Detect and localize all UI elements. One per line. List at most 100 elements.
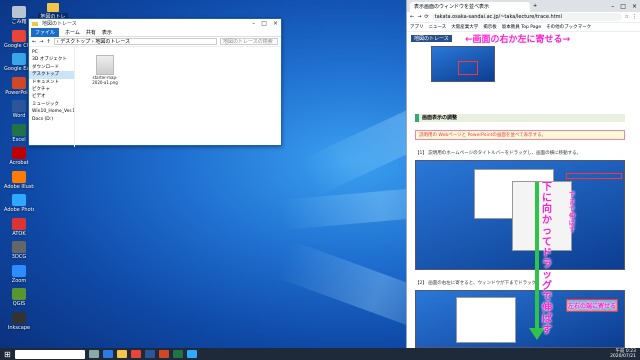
photoshop-icon[interactable] <box>186 350 197 358</box>
back-arrow-icon[interactable]: ← <box>410 14 414 20</box>
app-icon <box>12 241 26 253</box>
minimize-icon[interactable]: – <box>611 3 614 10</box>
chrome-icon[interactable] <box>130 350 141 358</box>
menu-icon[interactable]: ⋮ <box>632 14 637 20</box>
browser-tabstrip: 表示画面のウィンドウを並べ表示 + – □ × <box>407 0 640 12</box>
forward-arrow-icon[interactable]: → <box>39 39 43 45</box>
notice-box: 説明用の Webページと PowerPointの画面を並べて表示する。 <box>415 130 625 140</box>
address-bar[interactable]: › デスクトップ › 地図のトレース <box>53 38 217 45</box>
red-arrow-highlight <box>566 173 622 179</box>
explorer-address-row: ← → ↑ › デスクトップ › 地図のトレース 地図のトレースの検索 <box>29 37 281 47</box>
nav-item[interactable]: デスクトップ <box>29 71 74 79</box>
bookmark-item[interactable]: 掲示板 <box>483 24 497 30</box>
desktop-icon-label: 3DCG <box>11 254 27 260</box>
new-tab-icon[interactable]: + <box>533 3 537 9</box>
back-arrow-icon[interactable]: ← <box>32 39 36 45</box>
pink-arrow-label: ←画面の右か左に寄せる→ <box>465 35 571 45</box>
ribbon-tab-file[interactable]: ファイル <box>31 27 60 37</box>
explorer-titlebar[interactable]: 地図のトレース – □ × <box>29 19 281 28</box>
desktop-icon-label: Adobe Illustrator <box>4 183 34 190</box>
ribbon-tab-home[interactable]: ホーム <box>65 29 80 36</box>
file-item[interactable]: starter-map-2020-a1.png <box>91 55 119 85</box>
ribbon-tab-view[interactable]: 表示 <box>102 29 112 36</box>
ribbon-tab-share[interactable]: 共有 <box>86 29 96 36</box>
clock[interactable]: 午前 0:23 2020/07/21 <box>610 349 636 359</box>
app-icon <box>12 147 26 159</box>
desktop-icon[interactable]: ATOK <box>4 217 34 244</box>
nav-item[interactable]: ビデオ <box>29 93 74 100</box>
desktop-icon[interactable]: Inkscape <box>4 311 34 338</box>
file-list-area: starter-map-2020-a1.png <box>75 47 281 147</box>
desktop-icon-label: Acrobat <box>9 160 29 166</box>
explorer-ribbon: ファイル ホーム 共有 表示 <box>29 27 281 37</box>
word-icon[interactable] <box>144 350 155 358</box>
url-bar[interactable]: takata.osaka-sandai.ac.jp/~taka/lecture/… <box>431 13 622 21</box>
navigation-pane: PC 3D オブジェクト ダウンロード デスクトップ ドキュメント ピクチャ ビデオ ミュージ… <box>29 47 75 147</box>
minimize-icon[interactable]: – <box>252 20 255 27</box>
close-icon[interactable]: × <box>273 20 278 27</box>
bookmarks-bar: アプリ ニュース 大阪産業大学 掲示板 坂本教員 Top Page その他のブックマーク <box>407 23 640 32</box>
nav-item[interactable]: ダウンロード <box>29 64 74 71</box>
nav-item[interactable]: ピクチャ <box>29 86 74 93</box>
app-icon <box>12 123 26 136</box>
nav-item[interactable]: PC <box>29 49 74 56</box>
maximize-icon[interactable]: □ <box>261 20 267 27</box>
desktop-icon-label: Adobe Photoshop <box>4 207 34 213</box>
browser-window[interactable]: 表示画面のウィンドウを並べ表示 + – □ × ← → ⟳ takata.osa… <box>406 0 640 348</box>
close-icon[interactable]: × <box>632 3 637 10</box>
desktop-icon[interactable]: Adobe Photoshop <box>4 194 34 220</box>
app-icon <box>12 170 26 183</box>
nested-window <box>456 297 516 343</box>
nav-item[interactable]: ミュージック <box>29 101 74 108</box>
red-highlight-box <box>458 61 478 75</box>
taskbar: ⊞ 午前 0:23 2020/07/21 <box>0 348 640 360</box>
browser-toolbar: ← → ⟳ takata.osaka-sandai.ac.jp/~taka/le… <box>407 12 640 23</box>
desktop-icon-label: QGIS <box>12 301 26 307</box>
powerpoint-icon[interactable] <box>158 350 169 358</box>
file-explorer-window[interactable]: 地図のトレース – □ × ファイル ホーム 共有 表示 ← → ↑ › デスク… <box>28 18 282 147</box>
pink-vertical-label: 下に向かってドラッグで伸ばす <box>542 182 552 336</box>
desktop-icon[interactable]: Adobe Illustrator <box>4 170 34 197</box>
edge-icon[interactable] <box>102 350 113 358</box>
step-2-screenshot: 左右の端に寄せる <box>415 290 625 348</box>
desktop-icon[interactable]: Acrobat <box>4 147 34 173</box>
app-icon <box>12 217 26 230</box>
folder-icon <box>32 21 38 26</box>
bookmark-item[interactable]: ニュース <box>429 24 447 30</box>
app-icon <box>12 100 26 112</box>
app-icon <box>12 194 26 206</box>
arrow-right-icon: → <box>562 35 571 45</box>
maximize-icon[interactable]: □ <box>620 3 626 10</box>
taskbar-search[interactable] <box>14 349 85 359</box>
app-icon <box>12 264 26 277</box>
excel-icon[interactable] <box>172 350 183 358</box>
star-icon[interactable]: ☆ <box>625 14 629 20</box>
green-down-arrow <box>535 182 539 332</box>
nav-item[interactable]: Win10_Home_Ver.1909 (C:) <box>29 108 74 115</box>
app-icon <box>12 6 26 18</box>
section-heading: 画面表示の調整 <box>415 114 625 122</box>
task-view-icon[interactable] <box>88 350 99 358</box>
up-arrow-icon[interactable]: ↑ <box>46 39 50 45</box>
bookmark-item[interactable]: その他のブックマーク <box>546 24 591 30</box>
nav-item[interactable]: 3D オブジェクト <box>29 56 74 63</box>
app-icon <box>12 76 26 89</box>
desktop-icon[interactable]: 3DCG <box>4 241 34 267</box>
app-icon <box>12 29 26 42</box>
nav-item[interactable]: ドキュメント <box>29 79 74 86</box>
mini-screenshot-top <box>431 46 495 82</box>
desktop-icon[interactable]: QGIS <box>4 288 34 314</box>
explorer-icon[interactable] <box>116 350 127 358</box>
reload-icon[interactable]: ⟳ <box>424 14 428 20</box>
search-input[interactable]: 地図のトレースの検索 <box>220 38 278 45</box>
browser-tab[interactable]: 表示画面のウィンドウを並べ表示 <box>410 2 530 12</box>
desktop-icon[interactable]: Zoom <box>4 264 34 291</box>
forward-arrow-icon[interactable]: → <box>417 14 421 20</box>
bookmark-item[interactable]: アプリ <box>410 24 424 30</box>
bookmark-item[interactable]: 坂本教員 Top Page <box>502 24 541 30</box>
nav-item[interactable]: Docs (D:) <box>29 116 74 123</box>
step-1-screenshot <box>415 160 625 270</box>
bookmark-item[interactable]: 大阪産業大学 <box>451 24 478 30</box>
start-button[interactable]: ⊞ <box>4 350 11 359</box>
pink-vertical-small-label: 下まで伸ばす <box>569 192 576 234</box>
